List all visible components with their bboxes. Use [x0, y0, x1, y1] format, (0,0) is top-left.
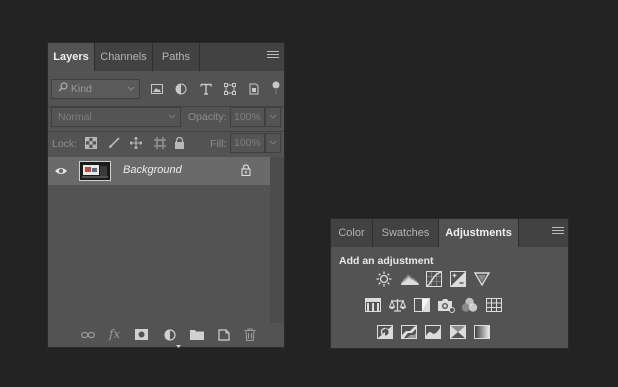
- adjustments-tabbar: Color Swatches Adjustments: [331, 219, 568, 247]
- panel-menu-icon[interactable]: [267, 51, 279, 61]
- lock-label: Lock:: [52, 138, 78, 150]
- filter-toggle-icon[interactable]: [272, 81, 280, 98]
- filter-kind-select[interactable]: Kind: [51, 79, 140, 99]
- chevron-down-icon: [269, 108, 277, 132]
- layer-row-background[interactable]: Background: [48, 157, 270, 185]
- levels-icon[interactable]: [401, 272, 419, 286]
- layers-tabbar: Layers Channels Paths: [48, 43, 284, 71]
- adjustments-title: Add an adjustment: [339, 255, 434, 267]
- chevron-down-icon: [168, 108, 176, 132]
- photo-filter-icon[interactable]: [437, 298, 455, 313]
- adjustments-panel: Color Swatches Adjustments Add an adjust…: [330, 218, 569, 349]
- fx-icon[interactable]: fx: [109, 327, 120, 341]
- lock-transparent-icon[interactable]: [85, 137, 97, 152]
- vibrance-icon[interactable]: [473, 272, 491, 287]
- layer-lock-icon: [241, 164, 251, 179]
- new-group-icon[interactable]: [190, 329, 204, 343]
- layer-thumbnail-image: [80, 162, 110, 180]
- color-lookup-icon[interactable]: [486, 298, 502, 312]
- lock-artboard-icon[interactable]: [154, 137, 166, 152]
- blend-mode-value: Normal: [58, 111, 92, 123]
- caret-icon: [176, 340, 181, 352]
- exposure-icon[interactable]: [450, 271, 466, 287]
- delete-layer-icon[interactable]: [244, 328, 256, 344]
- add-mask-icon[interactable]: [135, 329, 148, 343]
- fill-dropdown[interactable]: [265, 133, 281, 153]
- tab-swatches[interactable]: Swatches: [373, 219, 439, 247]
- filter-kind-value: Kind: [70, 83, 92, 95]
- tab-paths[interactable]: Paths: [153, 43, 200, 71]
- tab-channels[interactable]: Channels: [95, 43, 153, 71]
- invert-icon[interactable]: [377, 325, 393, 339]
- search-icon: [58, 80, 68, 98]
- opacity-dropdown[interactable]: [265, 107, 281, 127]
- posterize-icon[interactable]: [401, 325, 417, 339]
- pixel-layer-filter-icon[interactable]: [151, 83, 163, 98]
- black-white-icon[interactable]: [414, 298, 430, 312]
- hue-saturation-icon[interactable]: [365, 298, 381, 312]
- lock-position-icon[interactable]: [129, 136, 143, 152]
- color-balance-icon[interactable]: [388, 298, 407, 312]
- chevron-down-icon: [269, 134, 277, 158]
- layers-bottom-bar: fx: [48, 323, 284, 348]
- curves-icon[interactable]: [426, 271, 442, 287]
- brightness-contrast-icon[interactable]: [376, 271, 392, 287]
- smart-object-filter-icon[interactable]: [248, 83, 260, 98]
- layer-name[interactable]: Background: [123, 164, 182, 176]
- adjustment-layer-filter-icon[interactable]: [175, 83, 187, 98]
- layers-scrollbar[interactable]: [270, 157, 284, 323]
- layer-thumbnail: [79, 161, 111, 181]
- tab-layers[interactable]: Layers: [48, 43, 95, 71]
- fill-label: Fill:: [210, 138, 227, 150]
- chevron-down-icon: [127, 80, 135, 104]
- lock-paint-icon[interactable]: [108, 137, 120, 152]
- new-layer-icon[interactable]: [218, 329, 230, 344]
- layers-panel: Layers Channels Paths Kind Normal Opacit…: [47, 42, 285, 348]
- divider: [48, 131, 284, 132]
- shape-layer-filter-icon[interactable]: [224, 83, 236, 98]
- threshold-icon[interactable]: [425, 325, 441, 339]
- gradient-map-icon[interactable]: [474, 325, 490, 339]
- tab-color[interactable]: Color: [331, 219, 373, 247]
- lock-all-icon[interactable]: [174, 136, 185, 152]
- opacity-label: Opacity:: [188, 111, 227, 123]
- type-layer-filter-icon[interactable]: [200, 83, 212, 98]
- link-layers-icon[interactable]: [81, 330, 95, 343]
- new-fill-adjustment-icon[interactable]: [164, 329, 176, 344]
- opacity-field[interactable]: 100%: [230, 107, 265, 127]
- channel-mixer-icon[interactable]: [461, 297, 478, 312]
- fill-field[interactable]: 100%: [230, 133, 265, 153]
- panel-menu-icon[interactable]: [552, 227, 564, 237]
- tab-adjustments[interactable]: Adjustments: [439, 219, 519, 247]
- eye-icon[interactable]: [54, 166, 68, 179]
- blend-mode-select[interactable]: Normal: [51, 107, 181, 127]
- selective-color-icon[interactable]: [450, 325, 466, 339]
